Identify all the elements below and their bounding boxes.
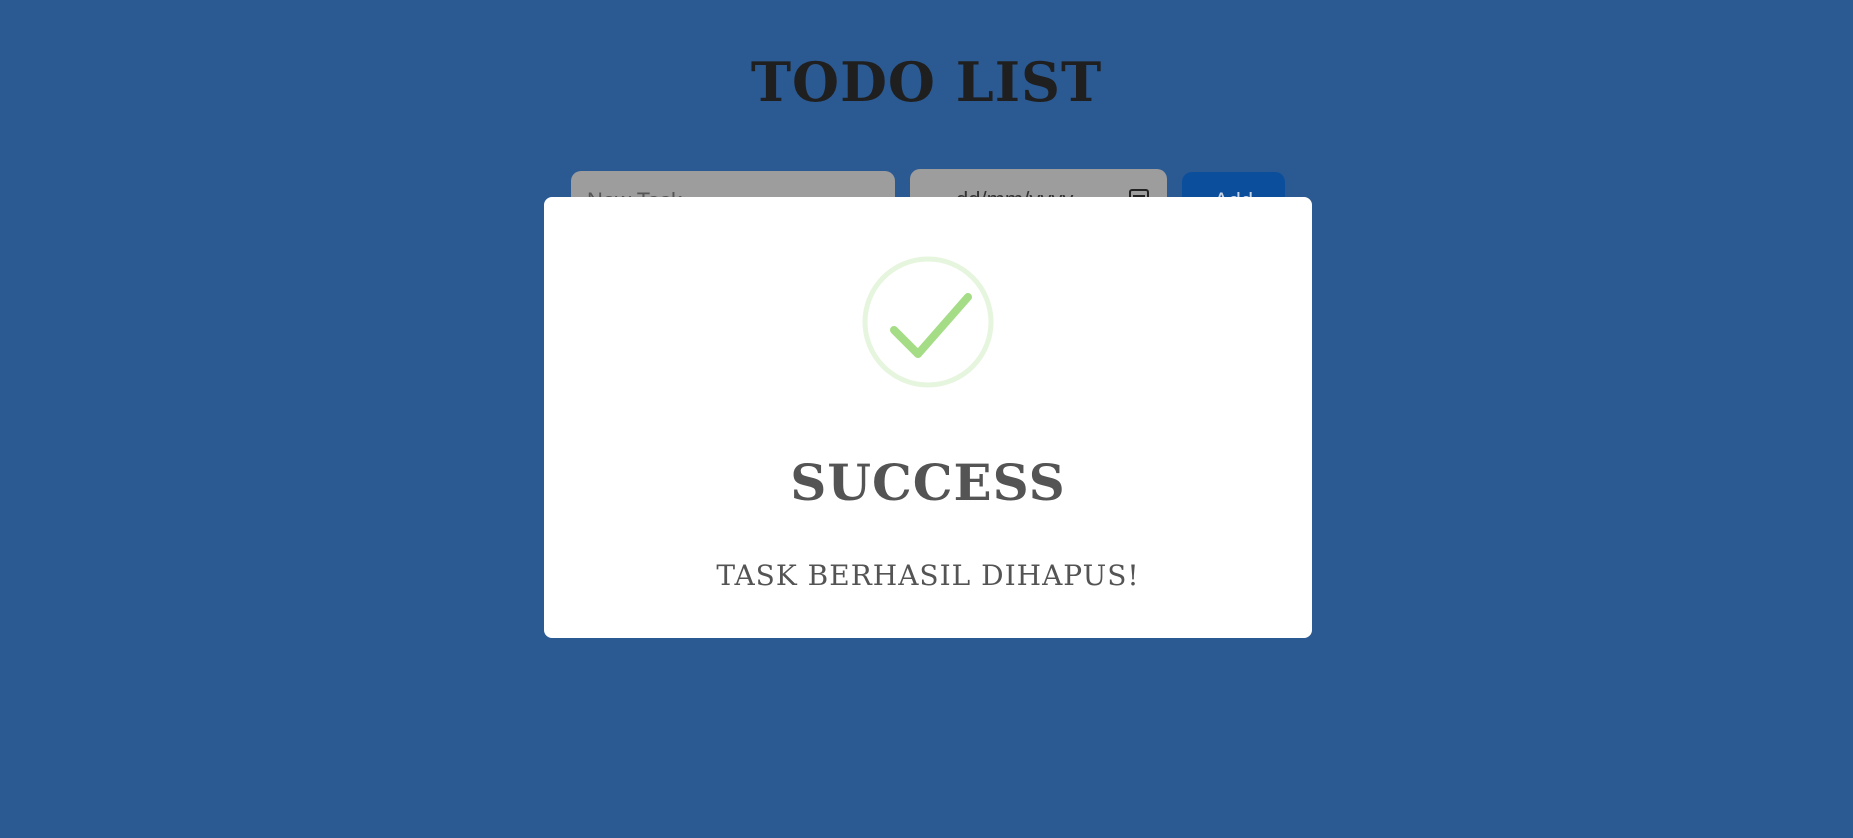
success-dialog: SUCCESS TASK BERHASIL DIHAPUS!: [544, 197, 1312, 638]
dialog-title: SUCCESS: [790, 453, 1066, 512]
dialog-message: TASK BERHASIL DIHAPUS!: [716, 559, 1140, 592]
check-icon: [862, 256, 994, 388]
